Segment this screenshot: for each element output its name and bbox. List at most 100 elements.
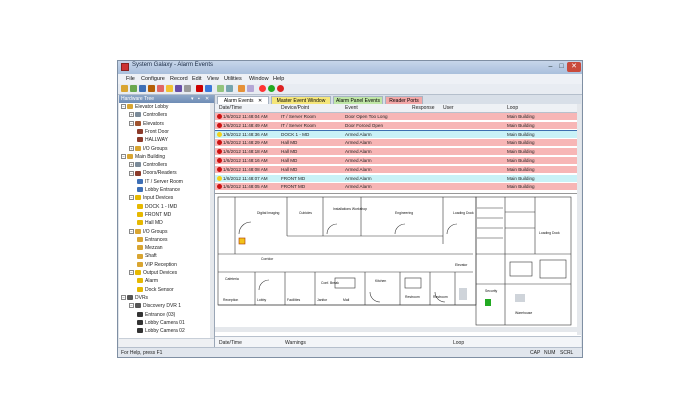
- collapse-icon[interactable]: −: [129, 195, 134, 201]
- tool-icon-14[interactable]: [247, 85, 254, 92]
- tool-icon-6[interactable]: [166, 85, 173, 92]
- warnings-col-warnings[interactable]: Warnings: [285, 340, 306, 346]
- tree-node[interactable]: Lobby Camera 02: [137, 328, 185, 335]
- tool-icon-7[interactable]: [175, 85, 182, 92]
- collapse-icon[interactable]: −: [129, 270, 134, 276]
- grid-vertical-scrollbar[interactable]: [577, 104, 581, 193]
- floor-plan[interactable]: Digital Imaging Cubicles Installations W…: [215, 193, 577, 336]
- collapse-icon[interactable]: −: [121, 153, 126, 159]
- col-loop[interactable]: Loop: [507, 105, 518, 111]
- tool-icon-4[interactable]: [148, 85, 155, 92]
- tree-node[interactable]: Entrances: [137, 237, 168, 244]
- expand-icon[interactable]: +: [129, 162, 134, 168]
- tab-alarm-events[interactable]: Alarm Events ✕: [217, 96, 269, 104]
- tree-node[interactable]: + Controllers: [129, 112, 167, 119]
- menu-view[interactable]: View: [207, 76, 219, 82]
- tool-icon-13[interactable]: [238, 85, 245, 92]
- tree-node[interactable]: IT / Server Room: [137, 179, 183, 186]
- menu-help[interactable]: Help: [273, 76, 284, 82]
- minimize-button[interactable]: –: [545, 62, 556, 72]
- menu-file[interactable]: File: [126, 76, 135, 82]
- tree-node[interactable]: Lobby Entrance: [137, 187, 180, 194]
- floorplan-horizontal-scrollbar[interactable]: [215, 327, 577, 332]
- collapse-icon[interactable]: −: [129, 228, 134, 234]
- tab-master-event-window[interactable]: Master Event Window: [271, 96, 331, 104]
- tree-node[interactable]: − Main Building: [121, 154, 165, 161]
- tree-node[interactable]: Hall MD: [137, 220, 163, 227]
- collapse-icon[interactable]: −: [121, 295, 126, 301]
- warnings-col-loop[interactable]: Loop: [453, 340, 464, 346]
- tree-vertical-scrollbar[interactable]: [210, 103, 214, 339]
- tool-icon-2[interactable]: [130, 85, 137, 92]
- tree-node[interactable]: Front Door: [137, 129, 169, 136]
- menu-utilities[interactable]: Utilities: [224, 76, 242, 82]
- expand-icon[interactable]: +: [129, 145, 134, 151]
- tool-icon-5[interactable]: [157, 85, 164, 92]
- menu-configure[interactable]: Configure: [141, 76, 165, 82]
- tree-node[interactable]: HALLWAY: [137, 137, 168, 144]
- title-bar[interactable]: System Galaxy - Alarm Events – □ ✕: [118, 61, 582, 74]
- tree-node[interactable]: − I/O Groups: [129, 229, 167, 236]
- table-row[interactable]: 1/6/2012 11:48:36 AM DOCK 1 - MD Armed Ala…: [215, 129, 577, 140]
- menu-edit[interactable]: Edit: [192, 76, 201, 82]
- tree-node[interactable]: Shaft: [137, 253, 157, 260]
- collapse-icon[interactable]: −: [129, 303, 134, 309]
- maximize-button[interactable]: □: [556, 62, 567, 72]
- tree-node[interactable]: FRONT MD: [137, 212, 171, 219]
- collapse-icon[interactable]: −: [121, 104, 126, 110]
- close-button[interactable]: ✕: [567, 62, 581, 72]
- tree-node[interactable]: − Input Devices: [129, 195, 173, 202]
- menu-record[interactable]: Record: [170, 76, 188, 82]
- tool-icon-11[interactable]: [217, 85, 224, 92]
- col-event[interactable]: Event: [345, 105, 358, 111]
- collapse-icon[interactable]: −: [129, 170, 134, 176]
- col-user[interactable]: User: [443, 105, 454, 111]
- tool-icon-1[interactable]: [121, 85, 128, 92]
- tree-node[interactable]: Lobby Camera 01: [137, 320, 185, 327]
- tree-node[interactable]: − DVRs: [121, 295, 148, 302]
- panel-pin-icon[interactable]: ▪: [198, 96, 200, 102]
- menu-window[interactable]: Window: [249, 76, 269, 82]
- table-row[interactable]: 1/6/2012 11:48:08 AM Hall MD Armed Alarm Ma…: [215, 165, 577, 174]
- table-row[interactable]: 1/6/2012 11:48:04 AM IT / Server Room Door…: [215, 113, 577, 121]
- tree-node[interactable]: − Doors/Readers: [129, 170, 177, 177]
- tool-icon-3[interactable]: [139, 85, 146, 92]
- tree-node[interactable]: Dock Sensor: [137, 287, 174, 294]
- tree-node[interactable]: + I/O Groups: [129, 146, 167, 153]
- tool-icon-8[interactable]: [184, 85, 191, 92]
- go-icon[interactable]: [268, 85, 275, 92]
- collapse-icon[interactable]: −: [129, 120, 134, 126]
- table-row[interactable]: 1/6/2012 11:48:29 AM Hall MD Armed Alarm Ma…: [215, 139, 577, 148]
- stop-icon[interactable]: [277, 85, 284, 92]
- record-icon[interactable]: [259, 85, 266, 92]
- table-row[interactable]: 1/6/2012 11:48:16 AM Hall MD Armed Alarm Ma…: [215, 157, 577, 165]
- col-datetime[interactable]: Date/Time: [219, 105, 242, 111]
- tree-node[interactable]: − Discovery DVR 1: [129, 303, 181, 310]
- tree-node[interactable]: VIP Reception: [137, 262, 177, 269]
- table-row[interactable]: 1/6/2012 11:48:49 AM IT / Server Room Door…: [215, 121, 577, 130]
- panel-close-icon[interactable]: ✕: [205, 96, 209, 102]
- col-response[interactable]: Response: [412, 105, 435, 111]
- tree-node[interactable]: DOCK 1 - IMD: [137, 204, 177, 211]
- panel-dropdown-icon[interactable]: ▾: [191, 96, 194, 102]
- tree-node[interactable]: − Elevator Lobby: [121, 104, 168, 111]
- tree-node[interactable]: − Output Devices: [129, 270, 177, 277]
- tree-node[interactable]: Mezzan: [137, 245, 163, 252]
- floorplan-vertical-scrollbar[interactable]: [577, 193, 581, 335]
- table-row[interactable]: 1/6/2012 11:48:07 AM FRONT MD Armed Alarm M…: [215, 174, 577, 183]
- tool-icon-9[interactable]: [196, 85, 203, 92]
- col-device-point[interactable]: Device/Point: [281, 105, 309, 111]
- table-row[interactable]: 1/6/2012 11:48:05 AM FRONT MD Armed Alarm M…: [215, 183, 577, 192]
- tool-icon-10[interactable]: [205, 85, 212, 92]
- expand-icon[interactable]: +: [129, 112, 134, 118]
- tree-node[interactable]: − Elevators: [129, 121, 164, 128]
- tree-node[interactable]: Entrance (03): [137, 312, 175, 319]
- table-row[interactable]: 1/6/2012 11:48:18 AM Hall MD Armed Alarm Ma…: [215, 148, 577, 157]
- tree-node[interactable]: Alarm: [137, 278, 158, 285]
- warnings-col-datetime[interactable]: Date/Time: [219, 340, 242, 346]
- tab-alarm-panel-events[interactable]: Alarm Panel Events: [333, 96, 383, 104]
- tree-node[interactable]: + Controllers: [129, 162, 167, 169]
- tab-reader-ports[interactable]: Reader Ports: [385, 96, 423, 104]
- tool-icon-12[interactable]: [226, 85, 233, 92]
- tree-horizontal-scrollbar[interactable]: [119, 338, 214, 347]
